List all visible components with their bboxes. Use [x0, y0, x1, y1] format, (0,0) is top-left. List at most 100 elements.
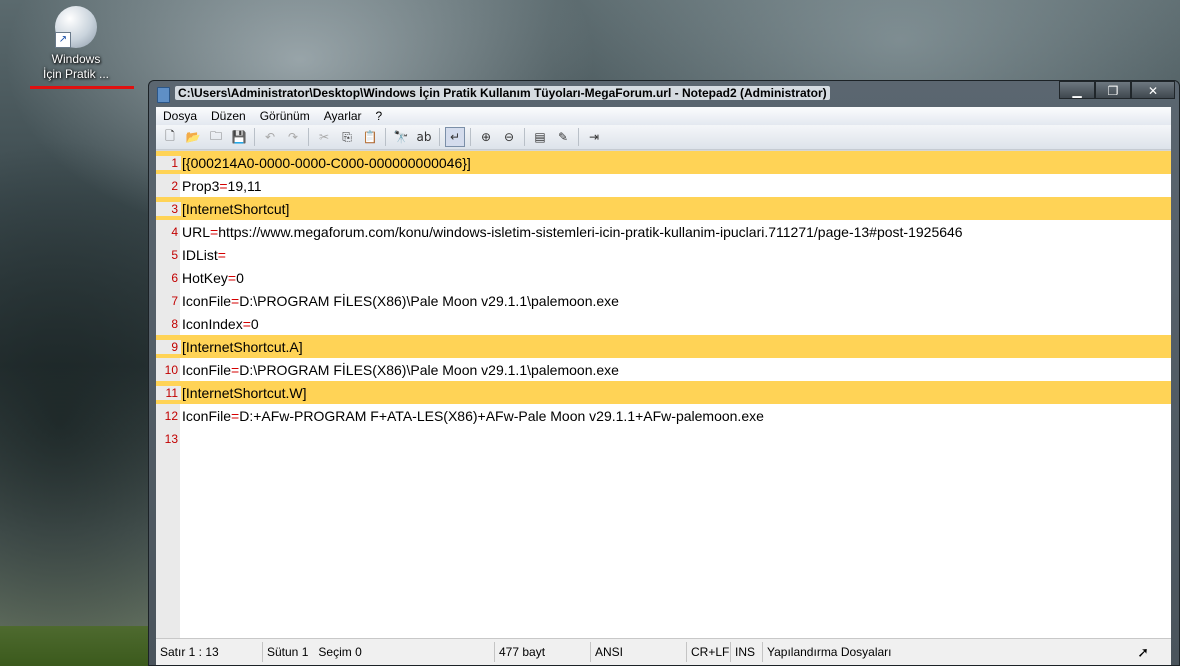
status-encoding[interactable]: ANSI — [591, 642, 687, 662]
zoom-out-icon[interactable]: ⊖ — [499, 127, 519, 147]
exit-icon[interactable]: ⇥ — [584, 127, 604, 147]
desktop-wallpaper-grass — [0, 626, 160, 666]
status-size: 477 bayt — [495, 642, 591, 662]
editor-line[interactable]: 11 [InternetShortcut.W] — [156, 381, 1171, 404]
menu-bar: Dosya Düzen Görünüm Ayarlar ? — [156, 107, 1171, 125]
menu-duzen[interactable]: Düzen — [204, 109, 253, 123]
browse-icon[interactable]: 🗀 — [206, 127, 226, 147]
desktop-shortcut-label-line1: Windows — [51, 52, 101, 66]
line-equals: = — [231, 361, 240, 378]
line-text: Prop3=19,11 — [181, 178, 262, 194]
notepad2-window: C:\Users\Administrator\Desktop\Windows İ… — [148, 80, 1180, 666]
line-equals: = — [231, 407, 240, 424]
editor-line[interactable]: 2 Prop3=19,11 — [156, 174, 1171, 197]
line-value: D:+AFw-PROGRAM F+ATA-LES(X86)+AFw-Pale M… — [239, 407, 764, 424]
line-number: 8 — [171, 316, 178, 331]
line-value: D:\PROGRAM FİLES(X86)\Pale Moon v29.1.1\… — [239, 361, 619, 378]
editor-line[interactable]: 13 — [156, 427, 1171, 450]
line-text: IconFile=D:\PROGRAM FİLES(X86)\Pale Moon… — [181, 293, 619, 309]
cut-icon[interactable]: ✂ — [314, 127, 334, 147]
line-text: [InternetShortcut.A] — [181, 339, 303, 355]
line-text: IDList= — [181, 247, 226, 263]
line-text: IconFile=D:\PROGRAM FİLES(X86)\Pale Moon… — [181, 362, 619, 378]
line-text: IconIndex=0 — [181, 316, 259, 332]
editor-line[interactable]: 9 [InternetShortcut.A] — [156, 335, 1171, 358]
status-column-selection: Sütun 1 Seçim 0 — [263, 642, 495, 662]
line-key: [{000214A0-0000-0000-C000-000000000046}] — [182, 154, 471, 171]
editor-line[interactable]: 3 [InternetShortcut] — [156, 197, 1171, 220]
line-number: 13 — [164, 431, 178, 446]
line-key: HotKey — [182, 269, 228, 286]
line-key: [InternetShortcut.A] — [182, 338, 303, 355]
text-editor[interactable]: 1 [{000214A0-0000-0000-C000-000000000046}… — [156, 150, 1171, 639]
find-icon[interactable]: 🔭 — [391, 127, 411, 147]
desktop-shortcut[interactable]: ↗ Windows İçin Pratik ... — [36, 6, 116, 82]
editor-line[interactable]: 8 IconIndex=0 — [156, 312, 1171, 335]
toolbar-separator — [578, 128, 579, 146]
toolbar-separator — [385, 128, 386, 146]
line-text: [{000214A0-0000-0000-C000-000000000046}] — [181, 155, 471, 171]
desktop-shortcut-label-line2: İçin Pratik ... — [42, 67, 110, 81]
paste-icon[interactable]: 📋 — [360, 127, 380, 147]
title-bar[interactable]: C:\Users\Administrator\Desktop\Windows İ… — [149, 81, 1179, 107]
redo-icon[interactable]: ↷ — [283, 127, 303, 147]
line-equals: = — [227, 269, 237, 286]
editor-line[interactable]: 10 IconFile=D:\PROGRAM FİLES(X86)\Pale Mo… — [156, 358, 1171, 381]
copy-icon[interactable]: ⎘ — [337, 127, 357, 147]
desktop-shortcut-label: Windows İçin Pratik ... — [36, 52, 116, 82]
scheme-icon[interactable]: ▤ — [530, 127, 550, 147]
editor-line[interactable]: 1 [{000214A0-0000-0000-C000-000000000046}… — [156, 151, 1171, 174]
line-number: 9 — [156, 339, 181, 354]
new-icon[interactable]: 🗋 — [160, 127, 180, 147]
line-key: IconIndex — [182, 315, 243, 332]
toolbar-separator — [308, 128, 309, 146]
toolbar: 🗋 📂 🗀 💾 ↶ ↷ ✂ ⎘ 📋 🔭 ab ↵ ⊕ ⊖ ▤ ✎ ⇥ — [156, 125, 1171, 150]
line-text: URL=https://www.megaforum.com/konu/windo… — [181, 224, 963, 240]
status-selection: Seçim 0 — [318, 645, 362, 659]
customize-icon[interactable]: ✎ — [553, 127, 573, 147]
status-position: Satır 1 : 13 — [156, 642, 263, 662]
line-number: 2 — [171, 178, 178, 193]
line-number: 1 — [156, 155, 181, 170]
window-title: C:\Users\Administrator\Desktop\Windows İ… — [175, 86, 830, 100]
status-scheme[interactable]: Yapılandırma Dosyaları — [763, 642, 896, 662]
line-number: 6 — [171, 270, 178, 285]
editor-line[interactable]: 12 IconFile=D:+AFw-PROGRAM F+ATA-LES(X86)… — [156, 404, 1171, 427]
annotation-underline-icon — [30, 86, 134, 89]
save-icon[interactable]: 💾 — [229, 127, 249, 147]
line-number: 11 — [156, 385, 181, 400]
mouse-cursor-icon: ➚ — [1137, 644, 1149, 660]
line-key: [InternetShortcut.W] — [182, 384, 307, 401]
replace-icon[interactable]: ab — [414, 127, 434, 147]
minimize-button[interactable]: ▁ — [1059, 81, 1095, 99]
close-button[interactable]: ✕ — [1131, 81, 1175, 99]
undo-icon[interactable]: ↶ — [260, 127, 280, 147]
line-key: IDList — [182, 246, 218, 263]
editor-line[interactable]: 5 IDList= — [156, 243, 1171, 266]
toolbar-separator — [524, 128, 525, 146]
line-number: 10 — [164, 362, 178, 377]
editor-line[interactable]: 6 HotKey=0 — [156, 266, 1171, 289]
maximize-button[interactable]: ❐ — [1095, 81, 1131, 99]
menu-ayarlar[interactable]: Ayarlar — [317, 109, 369, 123]
open-icon[interactable]: 📂 — [183, 127, 203, 147]
line-equals: = — [210, 223, 219, 240]
editor-line[interactable]: 7 IconFile=D:\PROGRAM FİLES(X86)\Pale Moo… — [156, 289, 1171, 312]
toolbar-separator — [439, 128, 440, 146]
editor-line[interactable]: 4 URL=https://www.megaforum.com/konu/wind… — [156, 220, 1171, 243]
status-column: Sütun 1 — [267, 645, 309, 659]
menu-gorunum[interactable]: Görünüm — [253, 109, 317, 123]
menu-help[interactable]: ? — [369, 109, 390, 123]
notepad2-app-icon[interactable] — [157, 87, 170, 103]
status-mode[interactable]: INS — [731, 642, 763, 662]
line-value: 19,11 — [227, 177, 262, 194]
line-value: D:\PROGRAM FİLES(X86)\Pale Moon v29.1.1\… — [239, 292, 619, 309]
zoom-in-icon[interactable]: ⊕ — [476, 127, 496, 147]
status-eol[interactable]: CR+LF — [687, 642, 731, 662]
line-key: IconFile — [182, 407, 232, 424]
line-value: https://www.megaforum.com/konu/windows-i… — [218, 223, 963, 240]
wordwrap-icon[interactable]: ↵ — [445, 127, 465, 147]
line-equals: = — [219, 177, 228, 194]
menu-dosya[interactable]: Dosya — [156, 109, 204, 123]
shortcut-arrow-icon: ↗ — [55, 32, 71, 48]
